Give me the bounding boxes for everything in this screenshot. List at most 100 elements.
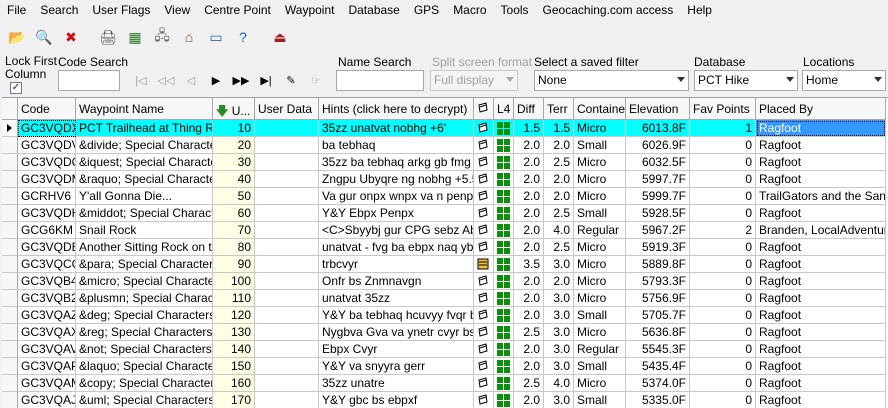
row-indicator[interactable] xyxy=(2,171,18,188)
cell-elev[interactable]: 6013.8F xyxy=(626,120,690,137)
table-row[interactable]: GC3VQB4&micro; Special Characters on the… xyxy=(2,273,886,290)
last-record-icon[interactable]: ▶| xyxy=(255,70,277,90)
cell-travel-bug[interactable] xyxy=(474,120,494,137)
menu-geocaching-com-access[interactable]: Geocaching.com access xyxy=(536,0,681,20)
menu-user-flags[interactable]: User Flags xyxy=(85,0,157,20)
cell-container[interactable]: Micro xyxy=(574,171,626,188)
cell-diff[interactable]: 2.0 xyxy=(514,392,544,408)
cell-container[interactable]: Micro xyxy=(574,375,626,392)
cell-name[interactable]: &middot; Special Characters on the PCT xyxy=(76,205,213,222)
cell-diff[interactable]: 2.0 xyxy=(514,341,544,358)
column-header-code[interactable]: Code xyxy=(18,98,76,120)
cell-user-data[interactable] xyxy=(255,392,319,408)
cell-name[interactable]: Snail Rock xyxy=(76,222,213,239)
cell-name[interactable]: &deg; Special Characters on the PCT xyxy=(76,307,213,324)
cell-code[interactable]: GC3VQAJ xyxy=(18,392,76,408)
cell-user[interactable]: 50 xyxy=(213,188,255,205)
cell-user-data[interactable] xyxy=(255,239,319,256)
open-folder-icon[interactable]: 📂 xyxy=(6,26,28,48)
cell-terr[interactable]: 1.5 xyxy=(544,120,574,137)
cell-name[interactable]: &not; Special Characters on the PCT xyxy=(76,341,213,358)
cell-fav[interactable]: 0 xyxy=(690,256,756,273)
cell-terr[interactable]: 2.0 xyxy=(544,137,574,154)
cell-user-data[interactable] xyxy=(255,154,319,171)
cell-hints[interactable]: <C>Sbyybj gur CPG sebz Abegu xyxy=(319,222,474,239)
table-row[interactable]: GC3VQDM&raquo; Special Characters on the… xyxy=(2,171,886,188)
cell-name[interactable]: &copy; Special Characters on the PCT xyxy=(76,375,213,392)
cell-user-data[interactable] xyxy=(255,256,319,273)
cell-terr[interactable]: 3.0 xyxy=(544,341,574,358)
menu-tools[interactable]: Tools xyxy=(494,0,536,20)
table-row[interactable]: GC3VQDXPCT Trailhead at Thing Road10 35zz… xyxy=(2,120,886,137)
row-indicator[interactable] xyxy=(2,358,18,375)
cell-elev[interactable]: 5374.0F xyxy=(626,375,690,392)
column-header-diff[interactable]: Diff xyxy=(514,98,544,120)
row-indicator[interactable] xyxy=(2,273,18,290)
cell-fav[interactable]: 0 xyxy=(690,171,756,188)
cell-user-data[interactable] xyxy=(255,222,319,239)
column-header-user-sort[interactable]: 🡇 U... xyxy=(213,98,255,120)
table-row[interactable]: GC3VQCG&para; Special Characters on the … xyxy=(2,256,886,273)
cell-terr[interactable]: 2.5 xyxy=(544,154,574,171)
table-row[interactable]: GC3VQB2&plusmn; Special Characters on th… xyxy=(2,290,886,307)
cell-l4-status[interactable] xyxy=(494,256,514,273)
table-row[interactable]: GC3VQDBAnother Sitting Rock on the PCT80… xyxy=(2,239,886,256)
saved-filter-select[interactable]: None xyxy=(534,70,689,91)
cell-elev[interactable]: 5997.7F xyxy=(626,171,690,188)
cell-fav[interactable]: 0 xyxy=(690,358,756,375)
cell-code[interactable]: GC3VQDM xyxy=(18,171,76,188)
table-row[interactable]: GCG6KM Snail Rock 70 <C>Sbyybj gur CPG sebz… xyxy=(2,222,886,239)
cell-elev[interactable]: 5999.7F xyxy=(626,188,690,205)
cell-container[interactable]: Micro xyxy=(574,290,626,307)
cell-diff[interactable]: 2.0 xyxy=(514,290,544,307)
cell-l4-status[interactable] xyxy=(494,188,514,205)
cell-hints[interactable]: Y&Y gbc bs ebpxf xyxy=(319,392,474,408)
cell-user-data[interactable] xyxy=(255,171,319,188)
table-row[interactable]: GCRHV6 Y'all Gonna Die... 50 Va gur onpx wn… xyxy=(2,188,886,205)
row-indicator[interactable] xyxy=(2,256,18,273)
cell-placed[interactable]: Ragfoot xyxy=(756,273,886,290)
cell-user-data[interactable] xyxy=(255,307,319,324)
cell-code[interactable]: GC3VQAM xyxy=(18,375,76,392)
table-row[interactable]: GC3VQAP&laquo; Special Characters on the… xyxy=(2,358,886,375)
cell-elev[interactable]: 5335.0F xyxy=(626,392,690,408)
cell-code[interactable]: GC3VQDH xyxy=(18,205,76,222)
cell-elev[interactable]: 5967.2F xyxy=(626,222,690,239)
row-indicator[interactable] xyxy=(2,137,18,154)
row-indicator[interactable] xyxy=(2,307,18,324)
code-search-input[interactable] xyxy=(58,70,120,91)
cell-terr[interactable]: 4.0 xyxy=(544,222,574,239)
cell-placed[interactable]: Branden, LocalAdventures xyxy=(756,222,886,239)
cell-fav[interactable]: 2 xyxy=(690,222,756,239)
cell-hints[interactable]: unatvat - fvg ba ebpx naq ybbx xyxy=(319,239,474,256)
cell-diff[interactable]: 2.0 xyxy=(514,273,544,290)
cell-terr[interactable]: 2.0 xyxy=(544,171,574,188)
cell-placed[interactable]: TrailGators and the San Diego xyxy=(756,188,886,205)
exit-icon[interactable]: ⏏ xyxy=(269,26,291,48)
cell-elev[interactable]: 6026.9F xyxy=(626,137,690,154)
cell-hints[interactable]: Y&Y Ebpx Penpx xyxy=(319,205,474,222)
cell-user[interactable]: 40 xyxy=(213,171,255,188)
cell-fav[interactable]: 0 xyxy=(690,392,756,408)
cell-diff[interactable]: 2.0 xyxy=(514,239,544,256)
cell-user[interactable]: 110 xyxy=(213,290,255,307)
next-record-icon[interactable]: ▶ xyxy=(205,70,227,90)
cell-l4-status[interactable] xyxy=(494,137,514,154)
cell-diff[interactable]: 2.0 xyxy=(514,205,544,222)
cell-container[interactable]: Small xyxy=(574,205,626,222)
window-icon[interactable]: ▭ xyxy=(205,26,227,48)
cell-elev[interactable]: 5793.3F xyxy=(626,273,690,290)
table-row[interactable]: GC3VQAZ&deg; Special Characters on the P… xyxy=(2,307,886,324)
cell-travel-bug[interactable] xyxy=(474,307,494,324)
row-indicator[interactable] xyxy=(2,290,18,307)
cell-placed[interactable]: Ragfoot xyxy=(756,307,886,324)
cell-diff[interactable]: 2.0 xyxy=(514,188,544,205)
cell-l4-status[interactable] xyxy=(494,341,514,358)
cell-user-data[interactable] xyxy=(255,205,319,222)
cell-fav[interactable]: 0 xyxy=(690,137,756,154)
cell-hints[interactable]: ba tebhaq xyxy=(319,137,474,154)
cell-fav[interactable]: 0 xyxy=(690,307,756,324)
cell-terr[interactable]: 2.0 xyxy=(544,188,574,205)
cell-travel-bug[interactable] xyxy=(474,290,494,307)
cell-diff[interactable]: 2.0 xyxy=(514,307,544,324)
